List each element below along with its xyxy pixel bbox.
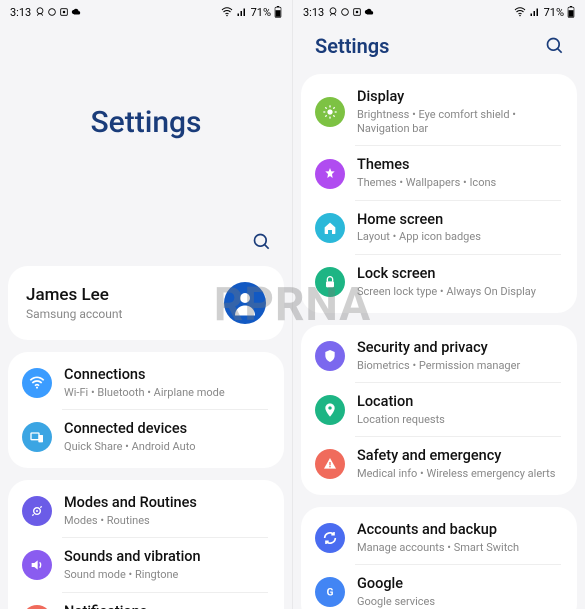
lock-screen-row[interactable]: Lock screen Screen lock type • Always On…: [301, 255, 577, 309]
svg-text:G: G: [327, 588, 334, 599]
avatar[interactable]: [224, 282, 266, 324]
themes-icon: [315, 159, 345, 189]
status-bar: 3:13 71%: [293, 0, 585, 22]
search-button[interactable]: [541, 32, 569, 60]
settings-group: Security and privacy Biometrics • Permis…: [301, 325, 577, 495]
safety-emergency-row[interactable]: Safety and emergency Medical info • Wire…: [301, 437, 577, 491]
sounds-vibration-row[interactable]: Sounds and vibration Sound mode • Ringto…: [8, 538, 284, 592]
settings-header: Settings: [293, 22, 585, 74]
display-row[interactable]: Display Brightness • Eye comfort shield …: [301, 78, 577, 146]
devices-icon: [22, 422, 52, 452]
search-icon: [252, 232, 272, 252]
settings-screen-collapsed: 3:13 71% Settings: [293, 0, 585, 609]
wifi-icon: [22, 368, 52, 398]
location-icon: [315, 395, 345, 425]
page-title: Settings: [315, 34, 389, 58]
notifications-row[interactable]: Notifications Status bar • Do not distur…: [8, 593, 284, 609]
settings-hero: Settings: [0, 22, 292, 222]
safety-icon: [315, 449, 345, 479]
google-icon: G: [315, 577, 345, 607]
wifi-status-icon: [514, 6, 526, 18]
security-privacy-row[interactable]: Security and privacy Biometrics • Permis…: [301, 329, 577, 383]
search-button[interactable]: [248, 228, 276, 256]
signal-icon: [529, 6, 541, 18]
accounts-icon: [315, 523, 345, 553]
sound-icon: [22, 550, 52, 580]
account-row[interactable]: James Lee Samsung account: [8, 270, 284, 336]
location-row[interactable]: Location Location requests: [301, 383, 577, 437]
battery-icon: [274, 6, 282, 18]
notification-icons: [328, 7, 374, 17]
clock: 3:13: [10, 6, 31, 19]
notifications-icon: [22, 605, 52, 609]
clock: 3:13: [303, 6, 324, 19]
account-card: James Lee Samsung account: [8, 266, 284, 340]
connected-devices-row[interactable]: Connected devices Quick Share • Android …: [8, 410, 284, 464]
google-row[interactable]: G Google Google services: [301, 565, 577, 609]
home-screen-row[interactable]: Home screen Layout • App icon badges: [301, 201, 577, 255]
settings-group: Accounts and backup Manage accounts • Sm…: [301, 507, 577, 609]
account-sub: Samsung account: [26, 307, 122, 323]
page-title: Settings: [90, 105, 201, 140]
account-name: James Lee: [26, 284, 122, 306]
settings-screen-expanded: 3:13 71% Settings James Lee: [0, 0, 293, 609]
battery-percent: 71%: [251, 6, 271, 19]
routines-icon: [22, 496, 52, 526]
lock-icon: [315, 267, 345, 297]
search-icon: [545, 36, 565, 56]
signal-icon: [236, 6, 248, 18]
battery-icon: [567, 6, 575, 18]
themes-row[interactable]: Themes Themes • Wallpapers • Icons: [301, 146, 577, 200]
settings-list[interactable]: Display Brightness • Eye comfort shield …: [293, 74, 585, 609]
accounts-backup-row[interactable]: Accounts and backup Manage accounts • Sm…: [301, 511, 577, 565]
home-icon: [315, 213, 345, 243]
settings-list[interactable]: James Lee Samsung account Connections Wi…: [0, 266, 292, 609]
settings-group: Connections Wi-Fi • Bluetooth • Airplane…: [8, 352, 284, 468]
settings-group: Display Brightness • Eye comfort shield …: [301, 74, 577, 313]
notification-icons: [35, 7, 81, 17]
status-bar: 3:13 71%: [0, 0, 292, 22]
shield-icon: [315, 341, 345, 371]
modes-routines-row[interactable]: Modes and Routines Modes • Routines: [8, 484, 284, 538]
wifi-status-icon: [221, 6, 233, 18]
settings-group: Modes and Routines Modes • Routines Soun…: [8, 480, 284, 609]
connections-row[interactable]: Connections Wi-Fi • Bluetooth • Airplane…: [8, 356, 284, 410]
battery-percent: 71%: [544, 6, 564, 19]
display-icon: [315, 97, 345, 127]
